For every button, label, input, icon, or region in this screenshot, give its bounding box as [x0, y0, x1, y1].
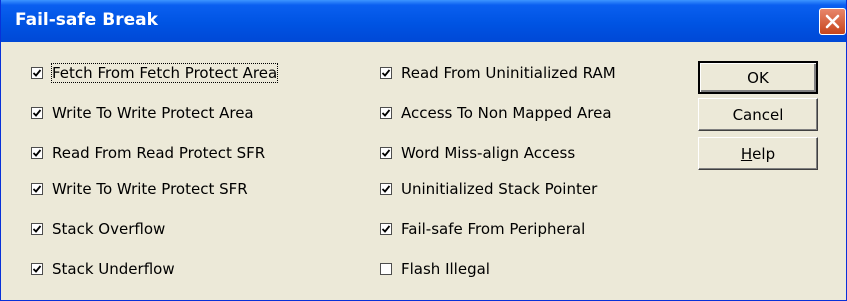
checkbox-label: Fail-safe From Peripheral — [401, 220, 586, 238]
checkbox-write-to-write-protect-area[interactable]: Write To Write Protect Area — [31, 102, 254, 124]
checkbox-label: Stack Overflow — [52, 220, 166, 238]
checkbox-fetch-from-fetch-protect-area[interactable]: Fetch From Fetch Protect Area — [31, 62, 279, 84]
checkbox-label: Word Miss-align Access — [401, 144, 576, 162]
checkbox-box[interactable] — [31, 67, 43, 79]
checkbox-label: Read From Read Protect SFR — [52, 144, 266, 162]
checkbox-box[interactable] — [380, 67, 392, 79]
checkbox-read-from-read-protect-sfr[interactable]: Read From Read Protect SFR — [31, 142, 265, 164]
checkbox-box[interactable] — [31, 183, 43, 195]
checkbox-read-from-uninitialized-ram[interactable]: Read From Uninitialized RAM — [380, 62, 616, 84]
checkbox-box[interactable] — [380, 263, 392, 275]
checkmark-icon — [32, 265, 42, 273]
checkbox-label: Flash Illegal — [401, 260, 490, 278]
checkmark-icon — [381, 69, 391, 77]
checkbox-box[interactable] — [31, 223, 43, 235]
help-button-label: Help — [741, 145, 775, 163]
checkmark-icon — [32, 149, 42, 157]
checkbox-box[interactable] — [31, 147, 43, 159]
checkbox-label: Read From Uninitialized RAM — [401, 64, 616, 82]
checkbox-stack-overflow[interactable]: Stack Overflow — [31, 218, 165, 240]
close-icon — [825, 14, 840, 29]
close-button[interactable] — [819, 8, 846, 35]
checkbox-box[interactable] — [380, 183, 392, 195]
window-title: Fail-safe Break — [15, 10, 158, 30]
checkbox-access-to-non-mapped-area[interactable]: Access To Non Mapped Area — [380, 102, 612, 124]
checkbox-box[interactable] — [31, 263, 43, 275]
checkbox-box[interactable] — [380, 147, 392, 159]
checkbox-label: Uninitialized Stack Pointer — [401, 180, 598, 198]
checkbox-uninitialized-stack-pointer[interactable]: Uninitialized Stack Pointer — [380, 178, 597, 200]
checkbox-write-to-write-protect-sfr[interactable]: Write To Write Protect SFR — [31, 178, 248, 200]
checkbox-label: Access To Non Mapped Area — [401, 104, 612, 122]
checkbox-label: Write To Write Protect Area — [52, 104, 254, 122]
help-label-rest: elp — [752, 144, 776, 163]
checkbox-label: Stack Underflow — [52, 260, 175, 278]
checkbox-label: Fetch From Fetch Protect Area — [50, 63, 279, 83]
help-accelerator-key: H — [740, 144, 753, 163]
ok-button[interactable]: OK — [698, 61, 818, 94]
checkbox-flash-illegal[interactable]: Flash Illegal — [380, 258, 490, 280]
checkbox-fail-safe-from-peripheral[interactable]: Fail-safe From Peripheral — [380, 218, 585, 240]
checkbox-box[interactable] — [31, 107, 43, 119]
checkmark-icon — [381, 149, 391, 157]
cancel-button-label: Cancel — [732, 105, 784, 124]
title-bar[interactable]: Fail-safe Break — [1, 0, 846, 42]
checkbox-box[interactable] — [380, 107, 392, 119]
checkbox-box[interactable] — [380, 223, 392, 235]
checkmark-icon — [381, 185, 391, 193]
checkbox-word-miss-align-access[interactable]: Word Miss-align Access — [380, 142, 575, 164]
checkmark-icon — [381, 225, 391, 233]
checkmark-icon — [32, 185, 42, 193]
dialog-window: Fail-safe Break Fetch From Fetch Protect… — [0, 0, 847, 301]
checkmark-icon — [32, 225, 42, 233]
help-button[interactable]: Help — [698, 137, 818, 170]
checkmark-icon — [32, 109, 42, 117]
cancel-button[interactable]: Cancel — [698, 98, 818, 131]
checkbox-label: Write To Write Protect SFR — [52, 180, 248, 198]
checkmark-icon — [381, 109, 391, 117]
ok-button-label: OK — [747, 68, 769, 87]
checkbox-stack-underflow[interactable]: Stack Underflow — [31, 258, 175, 280]
checkmark-icon — [32, 69, 42, 77]
